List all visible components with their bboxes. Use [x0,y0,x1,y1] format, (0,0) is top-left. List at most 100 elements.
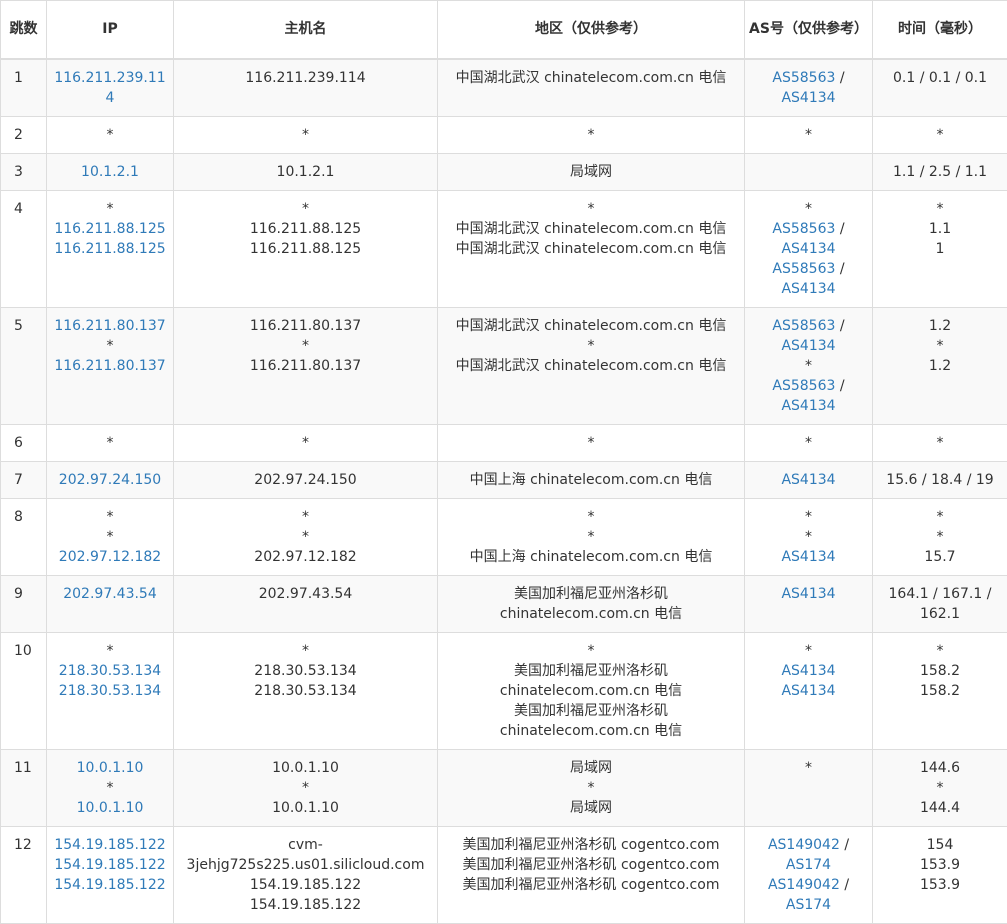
hostname-text: 116.211.239.114 [178,68,433,88]
as-link[interactable]: AS4134 [781,683,835,699]
as-link[interactable]: AS58563 [772,378,835,394]
as-separator: / [835,318,844,334]
as-empty: * [749,527,868,547]
header-region: 地区（仅供参考） [438,1,745,59]
ip-link[interactable]: 10.0.1.10 [51,798,169,818]
hostname-text: * [178,336,433,356]
time-text: 15.6 / 18.4 / 19 [877,470,1003,490]
hostname-text: 10.0.1.10 [178,758,433,778]
hop-cell: 11 [1,749,47,826]
region-text: 中国湖北武汉 chinatelecom.com.cn 电信 [442,356,740,376]
ip-link[interactable]: 202.97.12.182 [51,547,169,567]
region-text: 中国湖北武汉 chinatelecom.com.cn 电信 [442,68,740,88]
ip-empty: * [51,778,169,798]
table-row: 8**202.97.12.182**202.97.12.182**中国上海 ch… [1,498,1007,575]
hostname-cell: 10.1.2.1 [174,153,438,190]
table-row: 9202.97.43.54202.97.43.54美国加利福尼亚州洛杉矶 chi… [1,575,1007,632]
time-text: * [877,507,1003,527]
as-link[interactable]: AS4134 [781,549,835,565]
region-cell: 局域网*局域网 [438,749,745,826]
time-text: 164.1 / 167.1 / 162.1 [877,584,1003,624]
time-text: 158.2 [877,681,1003,701]
region-cell: 美国加利福尼亚州洛杉矶 cogentco.com美国加利福尼亚州洛杉矶 coge… [438,826,745,923]
as-link[interactable]: AS58563 [772,318,835,334]
ip-cell: *116.211.88.125116.211.88.125 [47,190,174,307]
hostname-text: 154.19.185.122 [178,875,433,895]
time-text: 1.2 [877,356,1003,376]
ip-link[interactable]: 116.211.88.125 [51,219,169,239]
table-row: 5116.211.80.137*116.211.80.137116.211.80… [1,307,1007,424]
ip-empty: * [51,125,169,145]
hostname-text: 154.19.185.122 [178,895,433,915]
as-link[interactable]: AS4134 [781,663,835,679]
ip-link[interactable]: 116.211.80.137 [51,356,169,376]
hostname-text: 202.97.12.182 [178,547,433,567]
as-link[interactable]: AS174 [786,897,831,913]
as-link[interactable]: AS58563 [772,70,835,86]
as-link[interactable]: AS4134 [781,281,835,297]
time-text: * [877,527,1003,547]
as-cell: AS58563 /AS4134 [745,59,873,117]
as-link[interactable]: AS4134 [781,90,835,106]
header-hostname: 主机名 [174,1,438,59]
hostname-text: * [178,778,433,798]
time-cell: *158.2158.2 [873,632,1007,749]
hostname-text: 116.211.88.125 [178,239,433,259]
as-link[interactable]: AS149042 [768,837,840,853]
hostname-cell: 116.211.239.114 [174,59,438,117]
hostname-text: * [178,433,433,453]
time-text: * [877,199,1003,219]
as-link[interactable]: AS58563 [772,221,835,237]
ip-link[interactable]: 10.1.2.1 [51,162,169,182]
ip-link[interactable]: 10.0.1.10 [51,758,169,778]
time-text: 15.7 [877,547,1003,567]
ip-link[interactable]: 154.19.185.122 [51,835,169,855]
ip-link[interactable]: 116.211.239.114 [51,68,169,108]
as-link[interactable]: AS174 [786,857,831,873]
ip-link[interactable]: 154.19.185.122 [51,875,169,895]
as-link[interactable]: AS4134 [781,338,835,354]
region-text: * [442,527,740,547]
ip-link[interactable]: 154.19.185.122 [51,855,169,875]
time-text: 144.4 [877,798,1003,818]
as-link[interactable]: AS149042 [768,877,840,893]
time-text: 1.1 / 2.5 / 1.1 [877,162,1003,182]
hostname-cell: 202.97.24.150 [174,461,438,498]
time-cell: 154153.9153.9 [873,826,1007,923]
ip-link[interactable]: 116.211.88.125 [51,239,169,259]
region-text: 美国加利福尼亚州洛杉矶 cogentco.com [442,855,740,875]
ip-link[interactable]: 218.30.53.134 [51,661,169,681]
as-link[interactable]: AS58563 [772,261,835,277]
as-cell: *AS58563 /AS4134AS58563 /AS4134 [745,190,873,307]
ip-empty: * [51,336,169,356]
region-cell: *中国湖北武汉 chinatelecom.com.cn 电信中国湖北武汉 chi… [438,190,745,307]
region-text: * [442,125,740,145]
region-cell: 美国加利福尼亚州洛杉矶 chinatelecom.com.cn 电信 [438,575,745,632]
table-row: 6***** [1,424,1007,461]
as-link[interactable]: AS4134 [781,586,835,602]
region-text: 中国湖北武汉 chinatelecom.com.cn 电信 [442,239,740,259]
ip-link[interactable]: 202.97.43.54 [51,584,169,604]
time-text: 153.9 [877,875,1003,895]
ip-link[interactable]: 116.211.80.137 [51,316,169,336]
time-text: * [877,336,1003,356]
ip-link[interactable]: 202.97.24.150 [51,470,169,490]
region-text: * [442,641,740,661]
table-row: 7202.97.24.150202.97.24.150中国上海 chinatel… [1,461,1007,498]
region-cell: 局域网 [438,153,745,190]
as-link[interactable]: AS4134 [781,241,835,257]
header-hop: 跳数 [1,1,47,59]
time-text: 153.9 [877,855,1003,875]
ip-link[interactable]: 218.30.53.134 [51,681,169,701]
header-ip: IP [47,1,174,59]
hostname-cell: *116.211.88.125116.211.88.125 [174,190,438,307]
table-row: 1110.0.1.10*10.0.1.1010.0.1.10*10.0.1.10… [1,749,1007,826]
hop-cell: 4 [1,190,47,307]
as-cell: AS149042 /AS174AS149042 /AS174 [745,826,873,923]
as-cell [745,153,873,190]
as-link[interactable]: AS4134 [781,472,835,488]
as-link[interactable]: AS4134 [781,398,835,414]
table-body: 1116.211.239.114116.211.239.114中国湖北武汉 ch… [1,59,1007,924]
as-empty: * [749,125,868,145]
region-text: 局域网 [442,162,740,182]
